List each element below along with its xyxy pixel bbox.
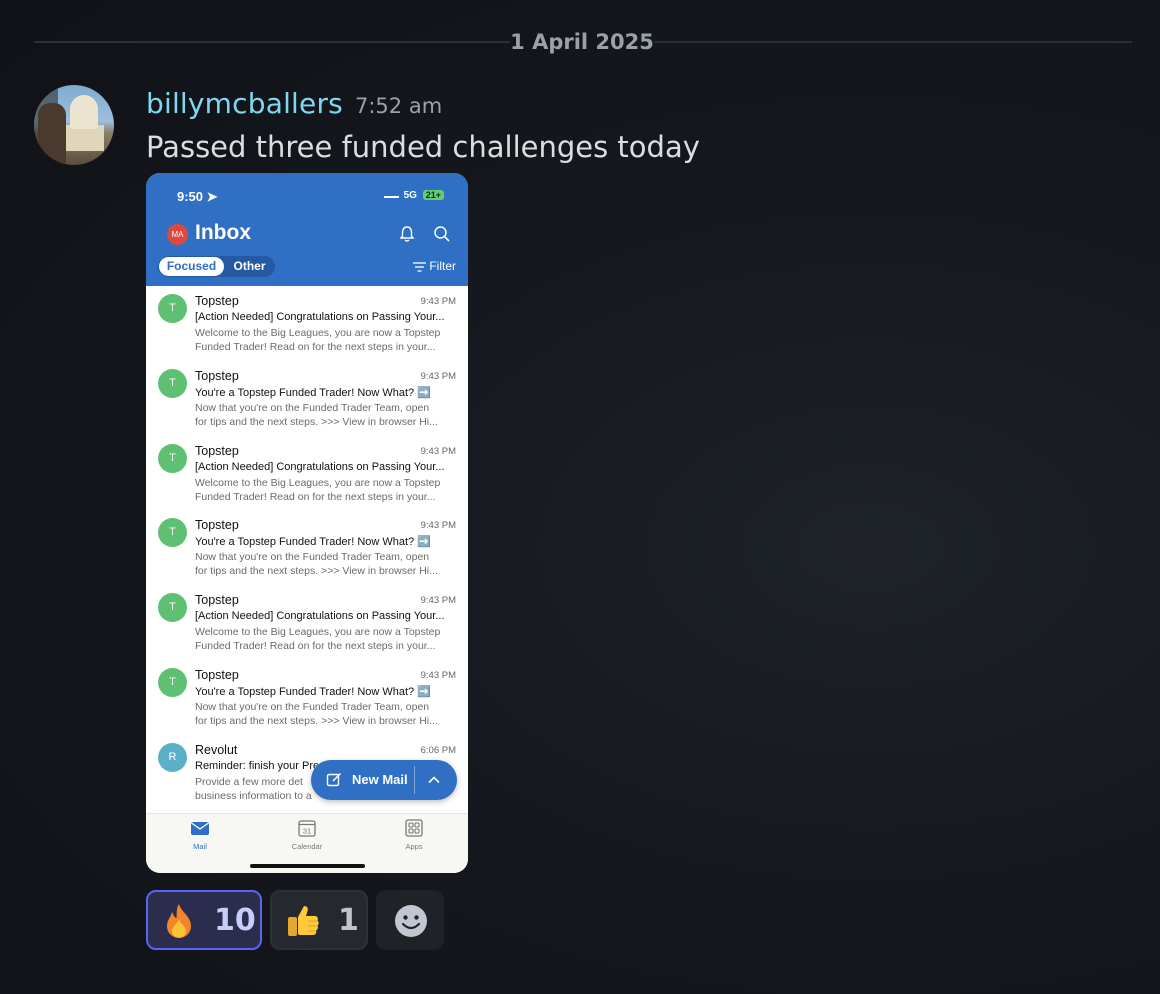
reaction-count: 1 <box>338 903 359 938</box>
bell-icon <box>399 226 415 242</box>
fire-emoji-icon <box>167 904 191 938</box>
username[interactable]: billymcballers <box>146 86 343 122</box>
email-sender: Topstep <box>195 518 239 533</box>
sender-avatar: T <box>158 368 187 398</box>
email-time: 9:43 PM <box>420 520 456 532</box>
sender-avatar: T <box>158 443 187 473</box>
add-reaction-button[interactable] <box>376 890 444 950</box>
email-list: T Topstep 9:43 PM [Action Needed] Congratul… <box>146 286 468 810</box>
email-sender: Topstep <box>195 294 239 308</box>
email-sender: Topstep <box>195 443 239 458</box>
mail-icon <box>191 822 209 835</box>
filter-button: Filter <box>413 259 456 273</box>
user-avatar[interactable] <box>34 85 114 165</box>
email-sender: Revolut <box>195 742 238 757</box>
battery-icon: 21+ <box>422 190 444 200</box>
phone-status-icons: 5G 21+ <box>383 190 444 201</box>
date-divider: 1 April 2025 <box>34 28 1132 56</box>
email-subject: [Action Needed] Congratulations on Passi… <box>195 460 445 473</box>
signal-icon <box>383 190 399 198</box>
sender-avatar: T <box>158 593 187 623</box>
compose-icon <box>326 772 342 787</box>
add-reaction-icon <box>395 905 427 937</box>
message-text: Passed three funded challenges today <box>146 130 700 164</box>
divider-line <box>654 41 1132 43</box>
email-time: 6:06 PM <box>420 744 456 756</box>
reaction-thumbs-up[interactable]: 1 <box>270 890 368 950</box>
email-time: 9:43 PM <box>420 445 456 457</box>
search-icon <box>434 226 450 242</box>
home-indicator <box>250 864 365 868</box>
email-time: 9:43 PM <box>420 595 456 607</box>
email-time: 9:43 PM <box>420 669 456 681</box>
new-mail-label: New Mail <box>352 772 408 787</box>
email-preview: Now that you're on the Funded Trader Tea… <box>195 551 438 578</box>
sender-avatar: T <box>158 667 187 697</box>
email-list-item: T Topstep 9:43 PM [Action Needed] Congratul… <box>146 585 468 660</box>
email-subject: [Action Needed] Congratulations on Passi… <box>195 311 445 323</box>
reaction-count: 10 <box>214 903 256 938</box>
inbox-title: Inbox <box>195 221 251 244</box>
email-list-item: T Topstep 9:43 PM You're a Topstep Funded T… <box>146 510 468 585</box>
email-time: 9:43 PM <box>420 296 456 307</box>
reaction-fire[interactable]: 10 <box>146 890 262 950</box>
location-arrow-icon: ➤ <box>206 189 218 204</box>
email-subject: You're a Topstep Funded Trader! Now What… <box>195 685 431 698</box>
phone-status-time: 9:50 ➤ <box>177 189 218 204</box>
email-preview: Welcome to the Big Leagues, you are now … <box>195 626 441 653</box>
thumbs-up-emoji-icon <box>288 906 319 936</box>
filter-label: Filter <box>429 259 456 273</box>
sender-avatar: T <box>158 518 187 548</box>
svg-text:31: 31 <box>303 827 311 836</box>
email-subject: You're a Topstep Funded Trader! Now What… <box>195 386 431 399</box>
email-subject: You're a Topstep Funded Trader! Now What… <box>195 536 431 549</box>
email-preview: Now that you're on the Funded Trader Tea… <box>195 700 438 727</box>
email-sender: Topstep <box>195 368 239 383</box>
tab-mail: Mail <box>170 819 230 851</box>
tab-calendar: 31 Calendar <box>277 819 337 851</box>
focused-other-toggle: Focused Other <box>158 256 275 277</box>
phone-tab-bar: Mail 31 Calendar Apps <box>146 813 468 873</box>
email-subject: [Action Needed] Congratulations on Passi… <box>195 610 445 623</box>
image-attachment[interactable]: 9:50 ➤ 5G 21+ MA Inbox Focused Other Fil… <box>146 173 468 873</box>
phone-app-header: 9:50 ➤ 5G 21+ MA Inbox Focused Other Fil… <box>146 173 468 286</box>
email-preview: Welcome to the Big Leagues, you are now … <box>195 476 441 503</box>
email-list-item: T Topstep 9:43 PM You're a Topstep Funded T… <box>146 361 468 436</box>
calendar-icon: 31 <box>298 820 316 837</box>
message-timestamp[interactable]: 7:52 am <box>355 92 442 120</box>
email-list-item: T Topstep 9:43 PM You're a Topstep Funded T… <box>146 660 468 735</box>
email-preview: Now that you're on the Funded Trader Tea… <box>195 401 438 428</box>
email-sender: Topstep <box>195 667 239 682</box>
divider-line <box>34 41 510 43</box>
email-sender: Topstep <box>195 593 239 608</box>
network-label: 5G <box>403 190 417 201</box>
chevron-up-icon <box>428 776 440 784</box>
tab-other: Other <box>233 259 266 273</box>
date-label: 1 April 2025 <box>510 30 654 54</box>
new-mail-button: New Mail <box>311 760 457 800</box>
sender-avatar: R <box>158 742 187 772</box>
email-time: 9:43 PM <box>420 370 456 382</box>
filter-icon <box>413 262 427 272</box>
email-list-item: T Topstep 9:43 PM [Action Needed] Congratul… <box>146 286 468 361</box>
email-list-item: T Topstep 9:43 PM [Action Needed] Congratul… <box>146 436 468 511</box>
apps-grid-icon <box>405 819 423 837</box>
tab-apps: Apps <box>384 819 444 851</box>
account-avatar: MA <box>167 224 188 245</box>
sender-avatar: T <box>158 294 187 323</box>
tab-focused: Focused <box>159 257 224 276</box>
email-preview: Welcome to the Big Leagues, you are now … <box>195 327 441 353</box>
